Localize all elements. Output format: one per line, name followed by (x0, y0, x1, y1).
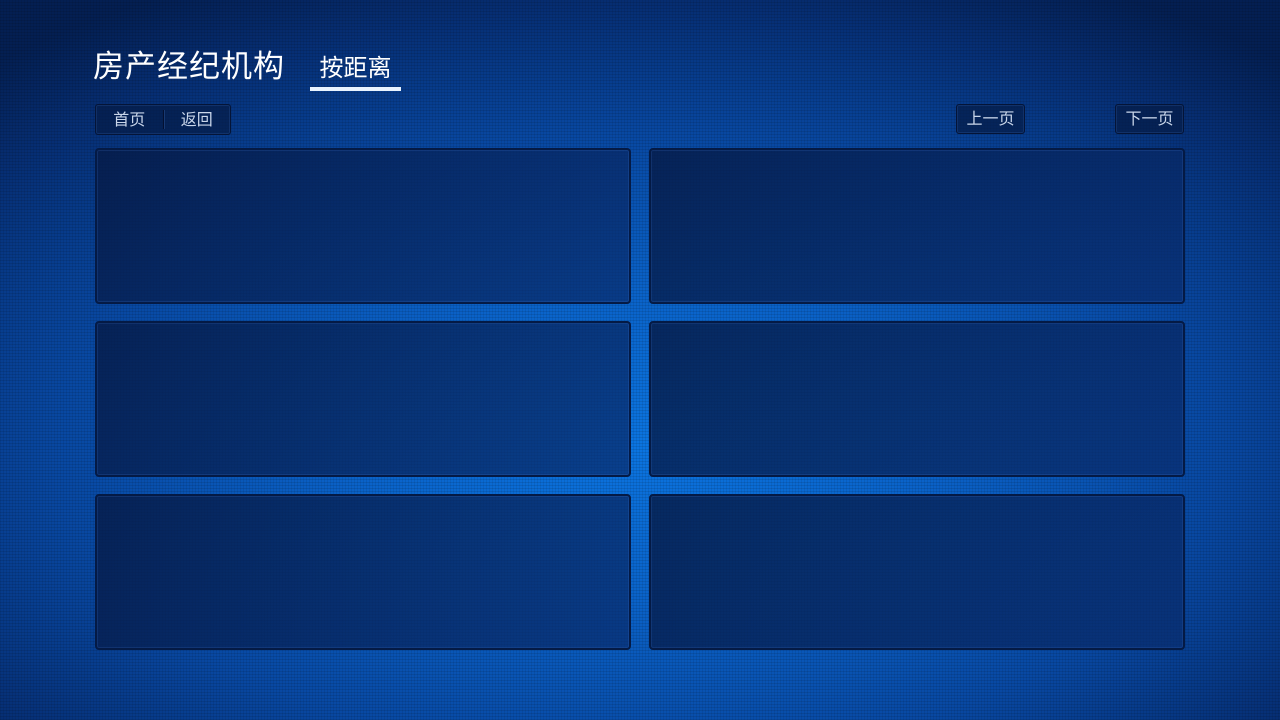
nav-button-group: 首页 返回 (95, 104, 231, 135)
page-title: 房产经纪机构 (93, 49, 285, 85)
agency-card-2[interactable] (649, 148, 1185, 304)
prev-page-button[interactable]: 上一页 (956, 104, 1025, 134)
agency-card-3[interactable] (95, 321, 631, 477)
next-page-button[interactable]: 下一页 (1115, 104, 1184, 134)
tab-by-distance-label: 按距离 (319, 54, 392, 82)
tab-by-distance[interactable]: 按距离 (310, 51, 401, 91)
active-tab-underline (310, 87, 401, 91)
agency-card-5[interactable] (95, 494, 631, 650)
back-button[interactable]: 返回 (164, 105, 231, 134)
agency-card-6[interactable] (649, 494, 1185, 650)
agency-card-grid (95, 148, 1185, 650)
home-button[interactable]: 首页 (96, 105, 163, 134)
agency-card-4[interactable] (649, 321, 1185, 477)
agency-card-1[interactable] (95, 148, 631, 304)
